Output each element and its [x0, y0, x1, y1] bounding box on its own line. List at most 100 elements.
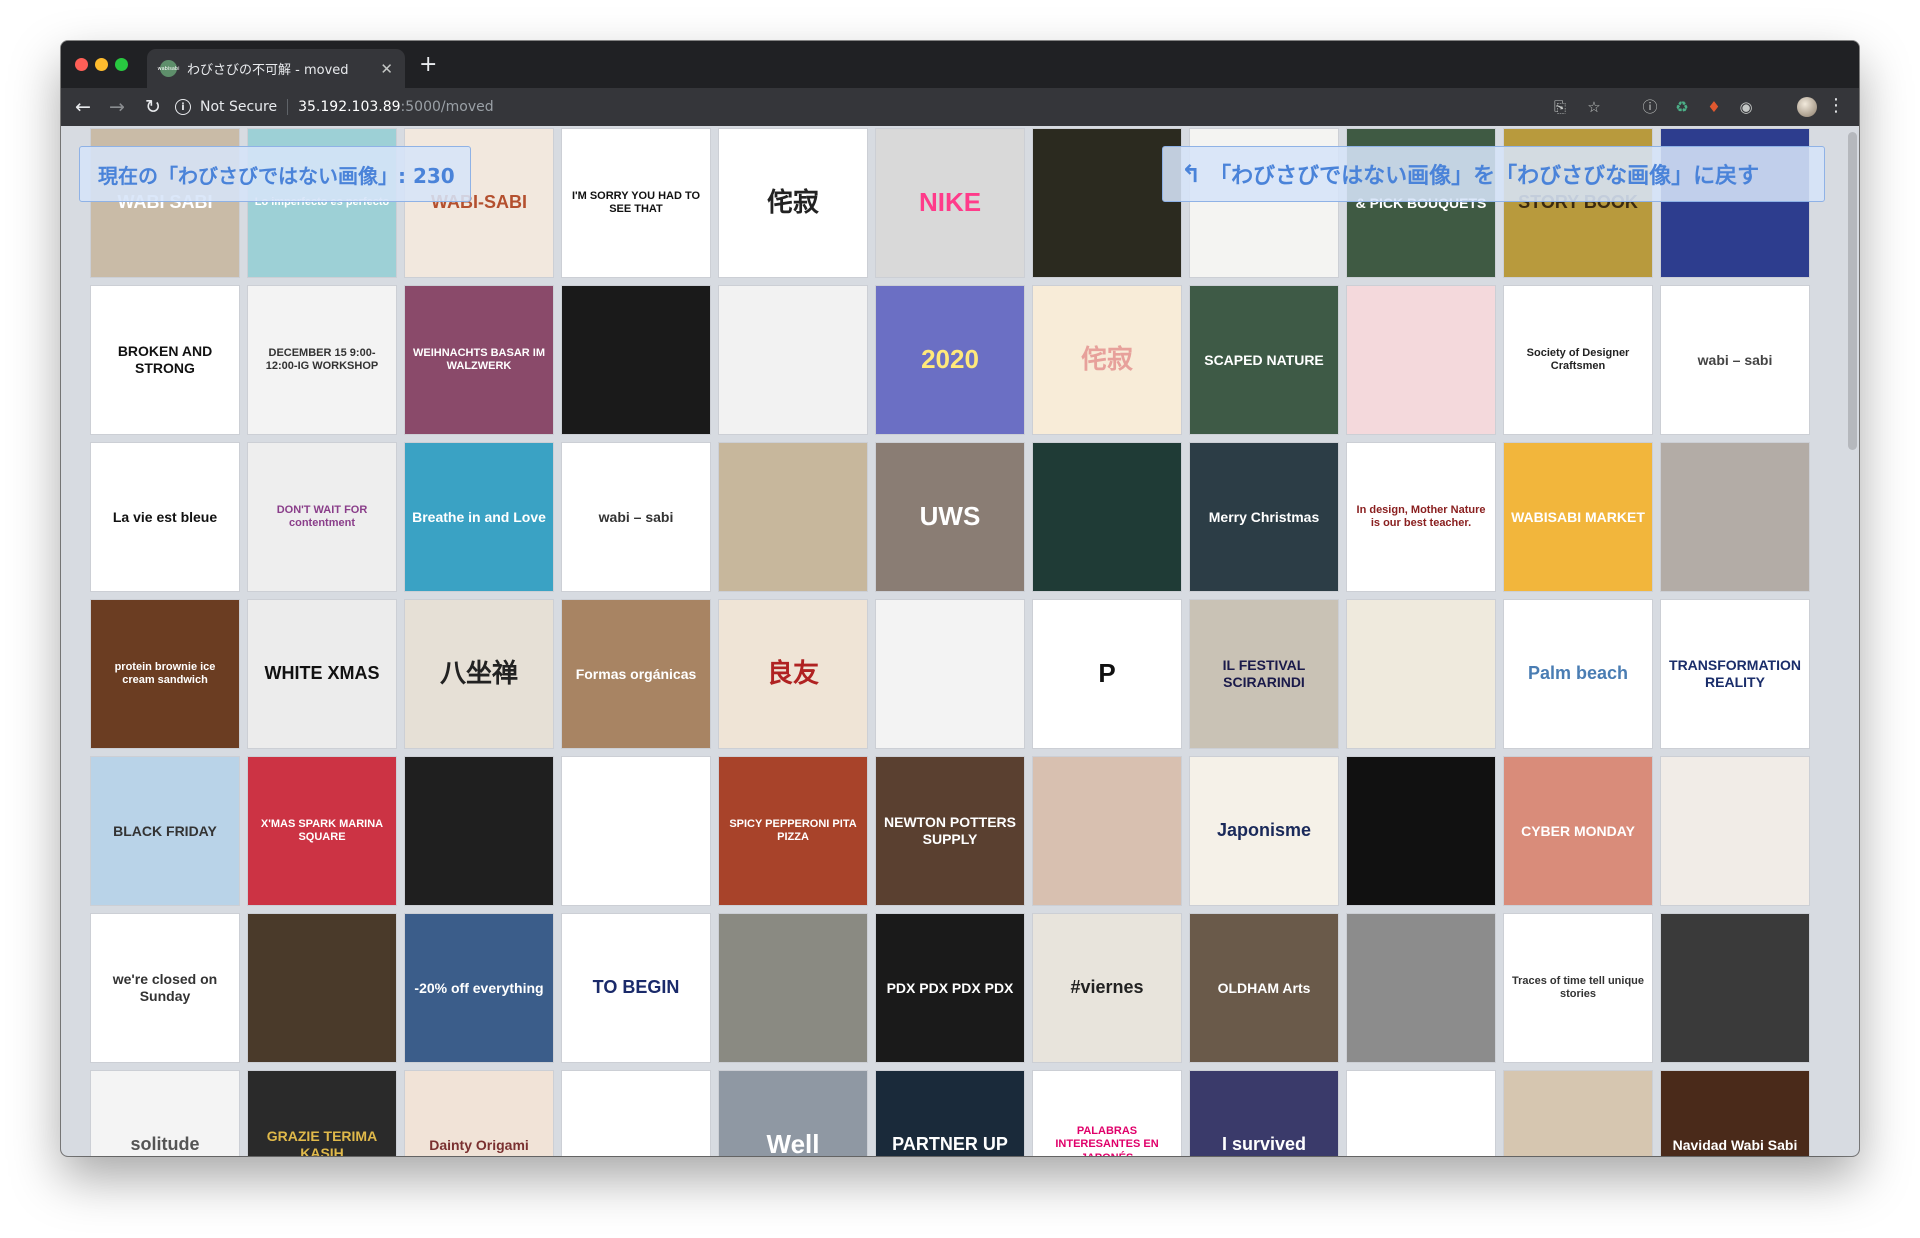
- image-tile[interactable]: [1347, 1071, 1495, 1156]
- image-tile[interactable]: X'MAS SPARK MARINA SQUARE: [248, 757, 396, 905]
- extension-flame-icon[interactable]: ♦: [1705, 98, 1723, 116]
- profile-avatar[interactable]: [1797, 97, 1817, 117]
- image-tile[interactable]: [562, 1071, 710, 1156]
- image-tile[interactable]: P: [1033, 600, 1181, 748]
- image-tile[interactable]: [1033, 443, 1181, 591]
- image-tile[interactable]: wabi – sabi: [1661, 286, 1809, 434]
- scrollbar-thumb[interactable]: [1848, 132, 1857, 450]
- image-tile[interactable]: we're closed on Sunday: [91, 914, 239, 1062]
- image-tile[interactable]: wabi – sabi: [562, 443, 710, 591]
- tab-strip: wabisabi わびさびの不可解 - moved ✕ +: [61, 41, 1859, 88]
- address-separator: [287, 99, 289, 115]
- image-tile[interactable]: 2020: [876, 286, 1024, 434]
- image-tile[interactable]: 良友: [719, 600, 867, 748]
- image-tile[interactable]: Traces of time tell unique stories: [1504, 914, 1652, 1062]
- browser-toolbar: ← → ↻ i Not Secure 35.192.103.89 :5000/m…: [61, 88, 1859, 126]
- image-tile[interactable]: IL FESTIVAL SCIRARINDI: [1190, 600, 1338, 748]
- image-tile[interactable]: TO BEGIN: [562, 914, 710, 1062]
- image-tile[interactable]: BLACK FRIDAY: [91, 757, 239, 905]
- image-tile[interactable]: protein brownie ice cream sandwich: [91, 600, 239, 748]
- image-tile[interactable]: Palm beach: [1504, 600, 1652, 748]
- image-tile[interactable]: [719, 286, 867, 434]
- image-tile[interactable]: #viernes: [1033, 914, 1181, 1062]
- image-tile[interactable]: CYBER MONDAY: [1504, 757, 1652, 905]
- reload-icon[interactable]: ↻: [145, 95, 161, 119]
- image-tile[interactable]: NIKE: [876, 129, 1024, 277]
- info-icon[interactable]: i: [175, 99, 191, 115]
- extension-shield-icon[interactable]: ◉: [1737, 98, 1755, 116]
- image-tile[interactable]: [1661, 757, 1809, 905]
- address-bar[interactable]: i Not Secure 35.192.103.89 :5000/moved: [175, 95, 1675, 119]
- minimize-window-button[interactable]: [95, 58, 108, 71]
- extension-recycle-icon[interactable]: ♻: [1673, 98, 1691, 116]
- security-label: Not Secure: [200, 99, 278, 115]
- image-tile[interactable]: [1347, 600, 1495, 748]
- image-tile[interactable]: Japonisme: [1190, 757, 1338, 905]
- image-tile[interactable]: PALABRAS INTERESANTES EN JAPONÉS: [1033, 1071, 1181, 1156]
- image-tile[interactable]: DON'T WAIT FOR contentment: [248, 443, 396, 591]
- extension-info-icon[interactable]: ⓘ: [1641, 98, 1659, 116]
- image-tile[interactable]: [1033, 129, 1181, 277]
- image-tile[interactable]: BROKEN AND STRONG: [91, 286, 239, 434]
- return-to-wabisabi-button[interactable]: ↰ 「わびさびではない画像」を「わびさびな画像」に戻す: [1162, 146, 1825, 202]
- image-tile[interactable]: OLDHAM Arts: [1190, 914, 1338, 1062]
- image-tile[interactable]: NEWTON POTTERS SUPPLY: [876, 757, 1024, 905]
- image-tile[interactable]: SPICY PEPPERONI PITA PIZZA: [719, 757, 867, 905]
- image-tile[interactable]: [876, 600, 1024, 748]
- image-tile[interactable]: [1661, 914, 1809, 1062]
- image-tile[interactable]: [719, 443, 867, 591]
- image-tile[interactable]: I survived: [1190, 1071, 1338, 1156]
- translate-icon[interactable]: ⎘: [1551, 98, 1569, 116]
- non-wabisabi-count-label: 現在の「わびさびではない画像」: 230: [79, 146, 471, 202]
- image-tile[interactable]: Well: [719, 1071, 867, 1156]
- maximize-window-button[interactable]: [115, 58, 128, 71]
- image-tile[interactable]: Navidad Wabi Sabi: [1661, 1071, 1809, 1156]
- tab-close-icon[interactable]: ✕: [380, 60, 393, 78]
- image-tile[interactable]: UWS: [876, 443, 1024, 591]
- new-tab-icon[interactable]: +: [419, 53, 437, 77]
- image-tile[interactable]: La vie est bleue: [91, 443, 239, 591]
- tab-active[interactable]: wabisabi わびさびの不可解 - moved ✕: [147, 49, 405, 88]
- image-tile[interactable]: Dainty Origami: [405, 1071, 553, 1156]
- image-tile[interactable]: Breathe in and Love: [405, 443, 553, 591]
- image-tile[interactable]: Formas orgánicas: [562, 600, 710, 748]
- image-tile[interactable]: I'M SORRY YOU HAD TO SEE THAT: [562, 129, 710, 277]
- image-tile[interactable]: 侘寂: [719, 129, 867, 277]
- image-tile[interactable]: [1504, 1071, 1652, 1156]
- image-tile[interactable]: 八坐禅: [405, 600, 553, 748]
- count-text: 現在の「わびさびではない画像」: 230: [98, 163, 455, 188]
- image-tile[interactable]: [1661, 443, 1809, 591]
- image-tile[interactable]: In design, Mother Nature is our best tea…: [1347, 443, 1495, 591]
- image-tile[interactable]: [719, 914, 867, 1062]
- image-tile[interactable]: TRANSFORMATION REALITY: [1661, 600, 1809, 748]
- close-window-button[interactable]: [75, 58, 88, 71]
- image-tile[interactable]: [248, 914, 396, 1062]
- image-tile[interactable]: PDX PDX PDX PDX: [876, 914, 1024, 1062]
- image-tile[interactable]: 侘寂: [1033, 286, 1181, 434]
- image-tile[interactable]: [1347, 757, 1495, 905]
- image-tile[interactable]: WABISABI MARKET: [1504, 443, 1652, 591]
- kebab-menu-icon[interactable]: ⋮: [1827, 96, 1845, 116]
- image-tile[interactable]: -20% off everything: [405, 914, 553, 1062]
- image-tile[interactable]: Merry Christmas: [1190, 443, 1338, 591]
- image-tile[interactable]: Society of Designer Craftsmen: [1504, 286, 1652, 434]
- image-tile[interactable]: [405, 757, 553, 905]
- image-tile[interactable]: SCAPED NATURE: [1190, 286, 1338, 434]
- image-tile[interactable]: WHITE XMAS: [248, 600, 396, 748]
- image-tile[interactable]: [562, 286, 710, 434]
- undo-arrow-icon: ↰: [1181, 160, 1202, 188]
- image-tile[interactable]: [1347, 286, 1495, 434]
- back-arrow-icon[interactable]: ←: [75, 95, 91, 119]
- image-tile[interactable]: [1347, 914, 1495, 1062]
- image-tile[interactable]: [562, 757, 710, 905]
- forward-arrow-icon[interactable]: →: [109, 95, 125, 119]
- image-tile[interactable]: GRAZIE TERIMA KASIH: [248, 1071, 396, 1156]
- image-tile[interactable]: PARTNER UP: [876, 1071, 1024, 1156]
- browser-window: wabisabi わびさびの不可解 - moved ✕ + ← → ↻ i No…: [61, 41, 1859, 1156]
- address-path: :5000/moved: [400, 99, 494, 115]
- image-tile[interactable]: solitude: [91, 1071, 239, 1156]
- image-tile[interactable]: WEIHNACHTS BASAR IM WALZWERK: [405, 286, 553, 434]
- image-tile[interactable]: DECEMBER 15 9:00-12:00-IG WORKSHOP: [248, 286, 396, 434]
- image-tile[interactable]: [1033, 757, 1181, 905]
- bookmark-star-icon[interactable]: ☆: [1585, 98, 1603, 116]
